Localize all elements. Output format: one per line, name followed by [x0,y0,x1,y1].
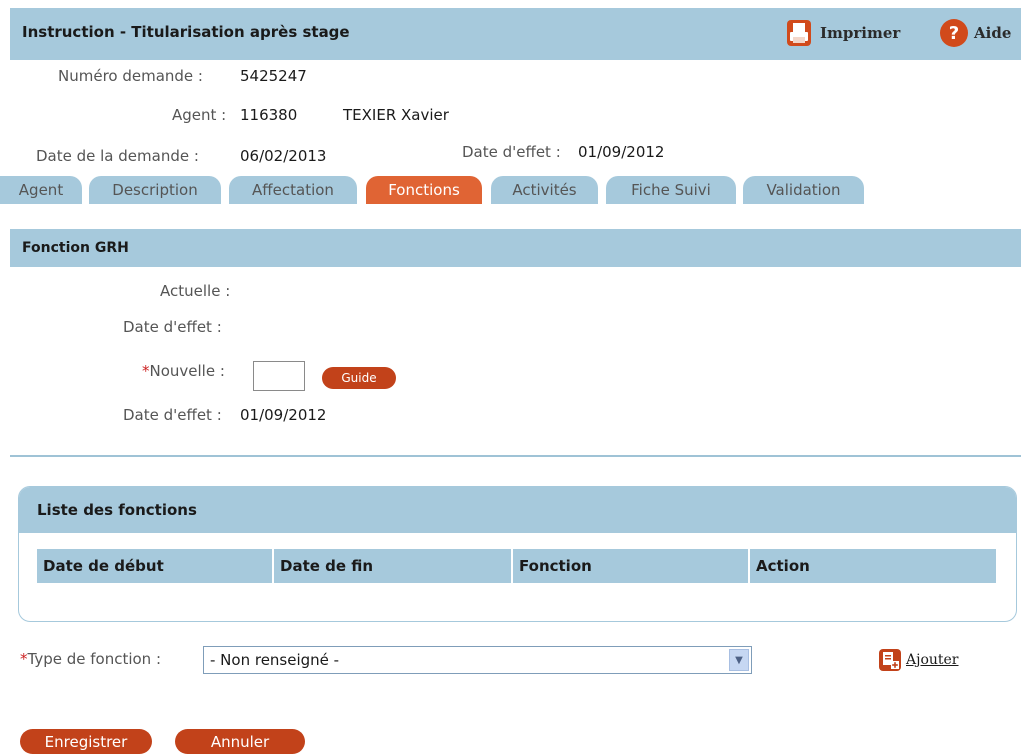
help-label: Aide [974,24,1012,42]
guide-button[interactable]: Guide [322,367,396,389]
tab-fiche-suivi[interactable]: Fiche Suivi [606,176,736,204]
tab-agent[interactable]: Agent [0,176,82,204]
actuelle-label: Actuelle : [160,282,231,300]
nouvelle-label: *Nouvelle : [142,362,225,380]
agent-label: Agent : [172,106,227,124]
tab-label: Agent [18,181,64,199]
required-mark: * [142,362,150,380]
type-fonction-selected: - Non renseigné - [210,651,340,669]
type-fonction-label: *Type de fonction : [20,650,161,668]
column-header-date-debut[interactable]: Date de début [37,549,274,583]
ajouter-button[interactable]: Ajouter [878,648,959,672]
column-header-fonction[interactable]: Fonction [513,549,750,583]
page-header: Instruction - Titularisation après stage… [10,8,1021,60]
fonction-grh-title: Fonction GRH [22,240,129,256]
type-fonction-select[interactable]: - Non renseigné - ▼ [203,646,752,674]
type-fonction-label-text: Type de fonction : [27,650,162,668]
date-demande-label: Date de la demande : [36,147,199,165]
tab-description[interactable]: Description [89,176,221,204]
agent-id: 116380 [240,106,298,124]
help-button[interactable]: ? Aide [940,18,1011,48]
page-title: Instruction - Titularisation après stage [22,23,350,41]
tab-affectation[interactable]: Affectation [229,176,357,204]
annuler-button[interactable]: Annuler [175,729,305,754]
required-mark: * [20,650,28,668]
tab-label: Description [112,181,198,199]
date-effet-label: Date d'effet : [462,143,561,161]
column-header-date-fin[interactable]: Date de fin [274,549,513,583]
tab-fonctions[interactable]: Fonctions [366,176,482,204]
tab-validation[interactable]: Validation [743,176,864,204]
date-effet-nouvelle-value: 01/09/2012 [240,406,327,424]
date-effet-nouvelle-label: Date d'effet : [123,406,222,424]
fonction-grh-header: Fonction GRH [10,229,1021,267]
guide-label: Guide [341,371,377,385]
annuler-label: Annuler [210,732,270,751]
enregistrer-label: Enregistrer [44,732,128,751]
divider [10,455,1021,457]
ajouter-link[interactable]: Ajouter [906,652,959,668]
add-document-icon [879,649,901,671]
agent-name: TEXIER Xavier [343,106,449,124]
date-effet-value: 01/09/2012 [578,143,665,161]
tab-label: Fonctions [388,181,460,199]
chevron-down-icon[interactable]: ▼ [729,649,749,671]
help-icon: ? [940,19,968,47]
numero-demande-label: Numéro demande : [58,67,203,85]
liste-fonctions-panel: Liste des fonctions Date de début Date d… [18,486,1017,622]
nouvelle-fonction-input[interactable] [253,361,305,391]
enregistrer-button[interactable]: Enregistrer [20,729,152,754]
liste-fonctions-table-header: Date de début Date de fin Fonction Actio… [37,549,996,583]
numero-demande-value: 5425247 [240,67,307,85]
printer-icon [787,20,811,46]
print-label: Imprimer [820,24,901,42]
date-effet-actuelle-label: Date d'effet : [123,318,222,336]
tab-label: Fiche Suivi [631,181,711,199]
liste-fonctions-title: Liste des fonctions [37,501,197,519]
tab-activites[interactable]: Activités [491,176,598,204]
tab-label: Affectation [252,181,334,199]
tab-label: Activités [512,181,577,199]
liste-fonctions-header: Liste des fonctions [19,487,1016,533]
column-header-action[interactable]: Action [750,549,996,583]
tab-label: Validation [766,181,841,199]
date-demande-value: 06/02/2013 [240,147,327,165]
nouvelle-label-text: Nouvelle : [149,362,225,380]
print-button[interactable]: Imprimer [786,18,900,48]
